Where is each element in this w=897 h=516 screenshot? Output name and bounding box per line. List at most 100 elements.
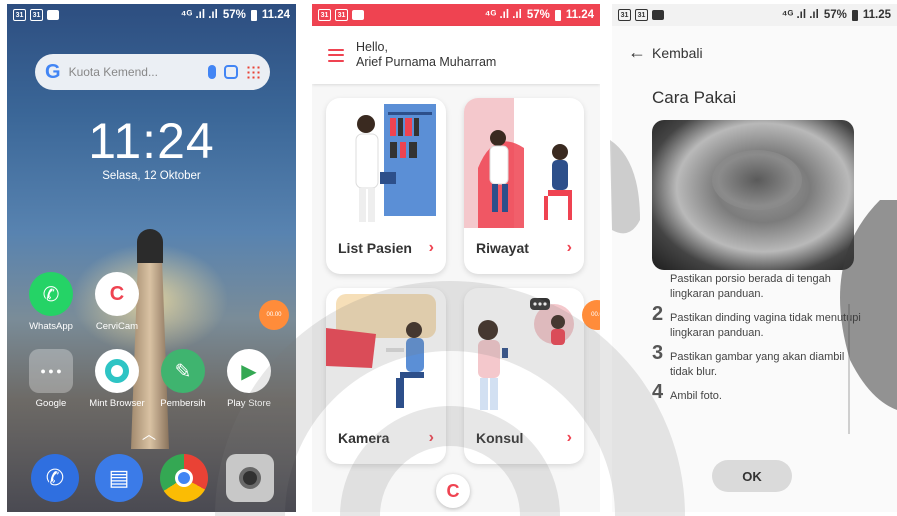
menu-icon[interactable]: [328, 48, 344, 62]
status-time: 11.25: [862, 9, 891, 21]
consultation-illustration: [464, 98, 572, 228]
google-search-bar[interactable]: G Kuota Kemend...: [35, 54, 270, 90]
step-text: Pastikan porsio berada di tengah lingkar…: [670, 273, 831, 300]
app-label: Mint Browser: [89, 398, 145, 409]
lens-icon[interactable]: [224, 65, 238, 79]
step-text: Pastikan gambar yang akan diambil tidak …: [670, 351, 845, 378]
calendar-notification-icon: 31: [335, 9, 348, 21]
chevron-right-icon: ›: [566, 429, 572, 446]
status-bar: 31 31 ⁴ᴳ .ıl .ıl 57% 11.25: [612, 4, 897, 26]
chevron-right-icon: ›: [428, 429, 434, 446]
chrome-icon[interactable]: [160, 454, 208, 502]
app-whatsapp[interactable]: ✆ WhatsApp: [16, 272, 86, 332]
example-photo: [652, 120, 854, 270]
battery-icon: [554, 9, 561, 21]
status-time: 11.24: [565, 9, 594, 21]
dashboard-screen: 31 31 ⁴ᴳ .ıl .ıl 57% 11.24 Hello, Arief …: [312, 4, 600, 512]
status-time: 11.24: [261, 9, 290, 21]
signal-indicator: ⁴ᴳ .ıl .ıl: [180, 9, 218, 21]
status-bar: 31 31 ⁴ᴳ .ıl .ıl 57% 11.24: [312, 4, 600, 26]
app-mint-browser[interactable]: Mint Browser: [82, 349, 152, 409]
step-number: 4: [652, 381, 664, 403]
greeting-text: Hello,: [356, 40, 388, 54]
step-text: Pastikan dinding vagina tidak menutupi l…: [670, 312, 861, 339]
calendar-notification-icon: 31: [635, 9, 648, 21]
stage: 31 31 ⁴ᴳ .ıl .ıl 57% 11.24 G Kuota Kemen…: [0, 0, 897, 516]
step-number: 2: [652, 303, 664, 325]
home-date: Selasa, 12 Oktober: [102, 170, 201, 182]
calendar-notification-icon: 31: [618, 9, 631, 21]
card-kamera[interactable]: Kamera ›: [326, 288, 446, 464]
app-pembersih[interactable]: ✎ Pembersih: [148, 349, 218, 409]
battery-icon: [250, 9, 257, 21]
ok-button[interactable]: OK: [712, 460, 792, 492]
list-item: 2 Pastikan dinding vagina tidak menutupi…: [652, 304, 862, 341]
battery-percent: 57%: [823, 9, 847, 21]
list-item: Pastikan porsio berada di tengah lingkar…: [652, 272, 862, 302]
chevron-right-icon: ›: [428, 239, 434, 256]
battery-percent: 57%: [222, 9, 246, 21]
app-label: Pembersih: [160, 398, 206, 409]
step-text: Ambil foto.: [670, 390, 722, 402]
folder-icon: ● ● ●: [29, 349, 73, 393]
video-notification-icon: [47, 10, 59, 20]
floating-timer-badge[interactable]: 00.00: [259, 300, 289, 330]
battery-icon: [851, 9, 858, 21]
page-title: Cara Pakai: [652, 88, 737, 107]
app-logo-button[interactable]: C: [436, 474, 470, 508]
camera-patient-illustration: [326, 294, 436, 408]
chat-consult-illustration: [478, 298, 574, 410]
back-label: Kembali: [652, 44, 703, 61]
app-label: CerviCam: [95, 321, 139, 332]
calendar-notification-icon: 31: [318, 9, 331, 21]
cervicam-icon: C: [95, 272, 139, 316]
cleaner-icon: ✎: [161, 349, 205, 393]
app-label: Play Store: [227, 398, 271, 409]
floating-timer-badge[interactable]: 00.0: [582, 300, 600, 330]
lighthouse-wallpaper: [65, 229, 235, 449]
play-store-icon: ▶: [227, 349, 271, 393]
signal-indicator: ⁴ᴳ .ıl .ıl: [484, 9, 522, 21]
user-name: Arief Purnama Muharram: [356, 55, 497, 69]
back-button[interactable]: ← Kembali: [628, 42, 703, 63]
signal-indicator: ⁴ᴳ .ıl .ıl: [781, 9, 819, 21]
calendar-notification-icon: 31: [13, 9, 26, 21]
google-icon: G: [45, 60, 61, 83]
messages-icon[interactable]: ▤: [95, 454, 143, 502]
instructions-screen: 31 31 ⁴ᴳ .ıl .ıl 57% 11.25 ← Kembali Car…: [612, 4, 897, 512]
card-list-pasien[interactable]: List Pasien ›: [326, 98, 446, 274]
app-label: WhatsApp: [29, 321, 73, 332]
chevron-right-icon: ›: [566, 239, 572, 256]
list-item: 4 Ambil foto.: [652, 382, 862, 404]
step-number: 3: [652, 342, 664, 364]
app-header: Hello, Arief Purnama Muharram: [312, 26, 600, 84]
app-play-store[interactable]: ▶ Play Store: [214, 349, 284, 409]
app-folder-google[interactable]: ● ● ● Google: [16, 349, 86, 409]
whatsapp-icon: ✆: [29, 272, 73, 316]
list-item: 3 Pastikan gambar yang akan diambil tida…: [652, 343, 862, 380]
card-konsul[interactable]: Konsul ›: [464, 288, 584, 464]
app-label: Google: [35, 398, 67, 409]
scrollbar[interactable]: [848, 304, 850, 434]
app-cervicam[interactable]: C CerviCam: [82, 272, 152, 332]
chevron-up-icon[interactable]: ︿: [142, 424, 156, 444]
home-clock: 11:24: [88, 113, 215, 169]
apps-grid-icon[interactable]: [246, 65, 260, 79]
camera-icon[interactable]: [226, 454, 274, 502]
search-placeholder[interactable]: Kuota Kemend...: [69, 65, 200, 79]
card-label: Riwayat: [476, 240, 529, 256]
greeting-block: Hello, Arief Purnama Muharram: [356, 40, 496, 70]
card-riwayat[interactable]: Riwayat ›: [464, 98, 584, 274]
arrow-left-icon: ←: [628, 42, 646, 62]
home-screen: 31 31 ⁴ᴳ .ıl .ıl 57% 11.24 G Kuota Kemen…: [7, 4, 296, 512]
video-notification-icon: [652, 10, 664, 20]
card-label: Konsul: [476, 430, 524, 446]
status-bar: 31 31 ⁴ᴳ .ıl .ıl 57% 11.24: [7, 4, 296, 26]
card-label: Kamera: [338, 430, 390, 446]
mint-browser-icon: [95, 349, 139, 393]
mic-icon[interactable]: [208, 65, 216, 79]
battery-percent: 57%: [526, 9, 550, 21]
phone-icon[interactable]: ✆: [31, 454, 79, 502]
instruction-list: Pastikan porsio berada di tengah lingkar…: [652, 273, 862, 413]
calendar-notification-icon: 31: [30, 9, 43, 21]
